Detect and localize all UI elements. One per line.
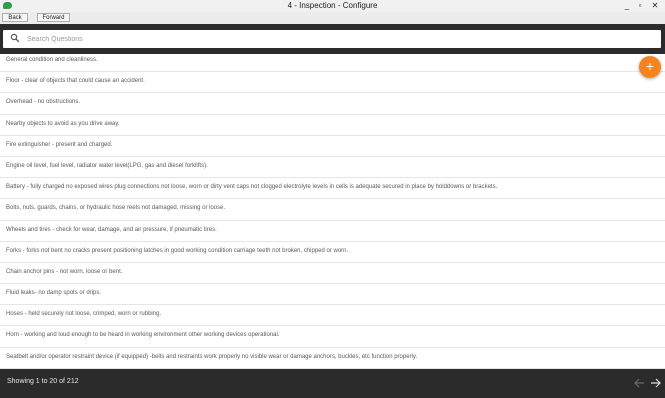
list-item[interactable]: Hoses - held securely not loose, crimped…: [0, 305, 665, 327]
minimize-button[interactable]: _: [620, 0, 634, 12]
list-item[interactable]: Seatbelt and/or operator restraint devic…: [0, 348, 665, 369]
list-item[interactable]: Battery - fully charged no exposed wires…: [0, 178, 665, 200]
list-item[interactable]: Fire extinguisher - present and charged.: [0, 136, 665, 157]
list-item[interactable]: Forks - forks not bent no cracks present…: [0, 242, 665, 263]
search-box: [3, 30, 661, 48]
list-item[interactable]: Bolts, nuts, guards, chains, or hydrauli…: [0, 199, 665, 221]
list-item[interactable]: Horn - working and loud enough to be hea…: [0, 326, 665, 348]
list-item[interactable]: Overhead - no obstructions.: [0, 93, 665, 115]
list-item[interactable]: Chain anchor pins - not worn, loose or b…: [0, 263, 665, 285]
close-button[interactable]: ✕: [648, 0, 662, 12]
list-item[interactable]: General condition and cleanliness.: [0, 51, 665, 73]
list-item[interactable]: Wheels and tires - check for wear, damag…: [0, 221, 665, 242]
arrow-left-icon[interactable]: [633, 377, 646, 389]
window-title: 4 - Inspection - Configure: [287, 1, 378, 10]
pagination-status: Showing 1 to 20 of 212: [7, 378, 79, 385]
arrow-right-icon[interactable]: [649, 377, 662, 389]
add-question-button[interactable]: +: [639, 56, 661, 78]
forward-button[interactable]: Forward: [37, 13, 70, 22]
list-item[interactable]: Floor - clear of objects that could caus…: [0, 72, 665, 94]
search-icon: [10, 33, 20, 43]
list-item[interactable]: Nearby objects to avoid as you drive awa…: [0, 115, 665, 136]
search-input[interactable]: [27, 31, 627, 47]
back-button[interactable]: Back: [2, 13, 28, 22]
question-list: General condition and cleanliness. Floor…: [0, 51, 665, 369]
maximize-button[interactable]: ▫: [633, 0, 647, 12]
pagination-footer: Showing 1 to 20 of 212: [0, 369, 665, 398]
list-item[interactable]: Fluid leaks- no damp spots or drips.: [0, 284, 665, 306]
list-item[interactable]: Engine oil level, fuel level, radiator w…: [0, 157, 665, 179]
